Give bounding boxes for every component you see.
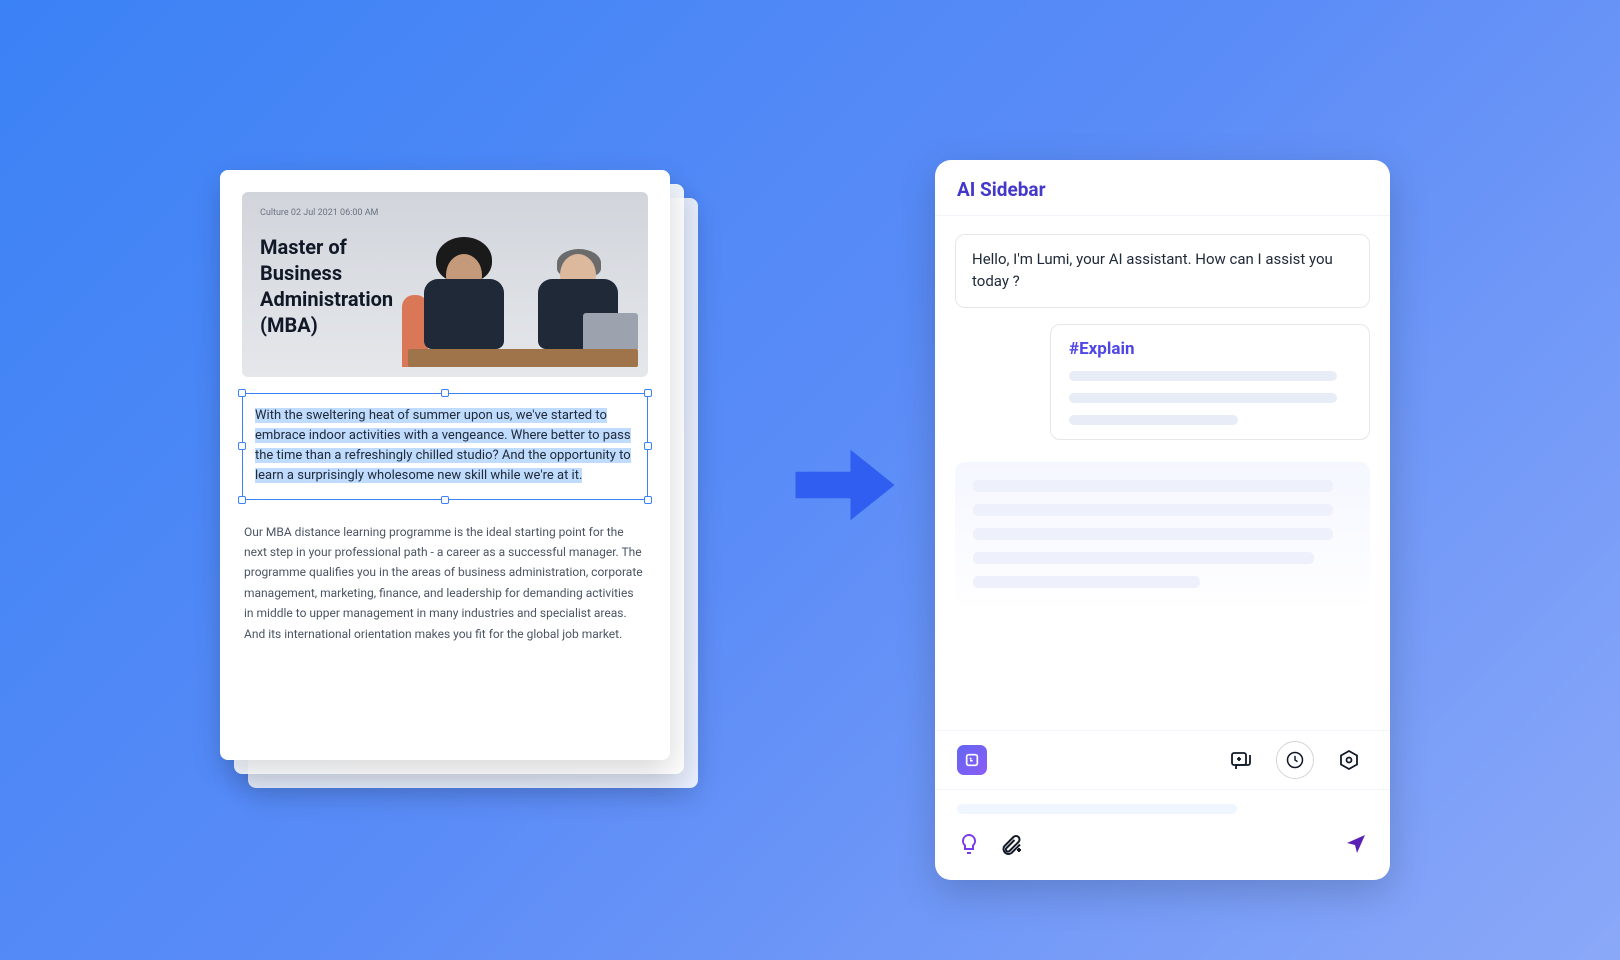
document-meta: Culture 02 Jul 2021 06:00 AM: [260, 208, 630, 218]
history-icon[interactable]: [1276, 741, 1314, 779]
sidebar-input-area: [935, 789, 1390, 880]
attach-icon[interactable]: [999, 832, 1023, 860]
command-label: #Explain: [1069, 339, 1351, 359]
flow-arrow-icon: [790, 430, 900, 540]
new-chat-icon[interactable]: [1222, 741, 1260, 779]
sidebar-title: AI Sidebar: [957, 178, 1368, 201]
selection-handle[interactable]: [441, 496, 449, 504]
prompt-suggestion-icon[interactable]: [957, 832, 981, 860]
settings-icon[interactable]: [1330, 741, 1368, 779]
ai-answer-block: [955, 462, 1370, 606]
content-placeholder: [1069, 393, 1337, 403]
content-placeholder: [973, 576, 1200, 588]
document-body-text[interactable]: Our MBA distance learning programme is t…: [242, 522, 648, 644]
ai-greeting-message: Hello, I'm Lumi, your AI assistant. How …: [955, 234, 1370, 308]
content-placeholder: [973, 528, 1333, 540]
cover-photo: [408, 222, 638, 367]
selected-text-region[interactable]: With the sweltering heat of summer upon …: [242, 393, 648, 500]
selection-handle[interactable]: [238, 389, 246, 397]
selection-handle[interactable]: [238, 496, 246, 504]
document-stack: Culture 02 Jul 2021 06:00 AM Master of B…: [220, 170, 670, 760]
selection-handle[interactable]: [238, 442, 246, 450]
document-cover: Culture 02 Jul 2021 06:00 AM Master of B…: [242, 192, 648, 377]
content-placeholder: [973, 552, 1314, 564]
sidebar-toolbar: [935, 730, 1390, 789]
content-placeholder: [1069, 415, 1238, 425]
ai-app-icon[interactable]: [957, 745, 987, 775]
selection-handle[interactable]: [644, 389, 652, 397]
document-title: Master of Business Administration (MBA): [260, 234, 410, 338]
selected-text[interactable]: With the sweltering heat of summer upon …: [255, 406, 635, 487]
selection-handle[interactable]: [644, 442, 652, 450]
selection-handle[interactable]: [441, 389, 449, 397]
content-placeholder: [973, 480, 1333, 492]
sidebar-header: AI Sidebar: [935, 160, 1390, 216]
content-placeholder: [973, 504, 1333, 516]
document-page-front[interactable]: Culture 02 Jul 2021 06:00 AM Master of B…: [220, 170, 670, 760]
ai-sidebar-panel: AI Sidebar Hello, I'm Lumi, your AI assi…: [935, 160, 1390, 880]
selection-handle[interactable]: [644, 496, 652, 504]
send-icon[interactable]: [1344, 832, 1368, 860]
input-placeholder-line[interactable]: [957, 804, 1237, 814]
content-placeholder: [1069, 371, 1337, 381]
user-command-bubble[interactable]: #Explain: [1050, 324, 1370, 440]
sidebar-body: Hello, I'm Lumi, your AI assistant. How …: [935, 216, 1390, 730]
